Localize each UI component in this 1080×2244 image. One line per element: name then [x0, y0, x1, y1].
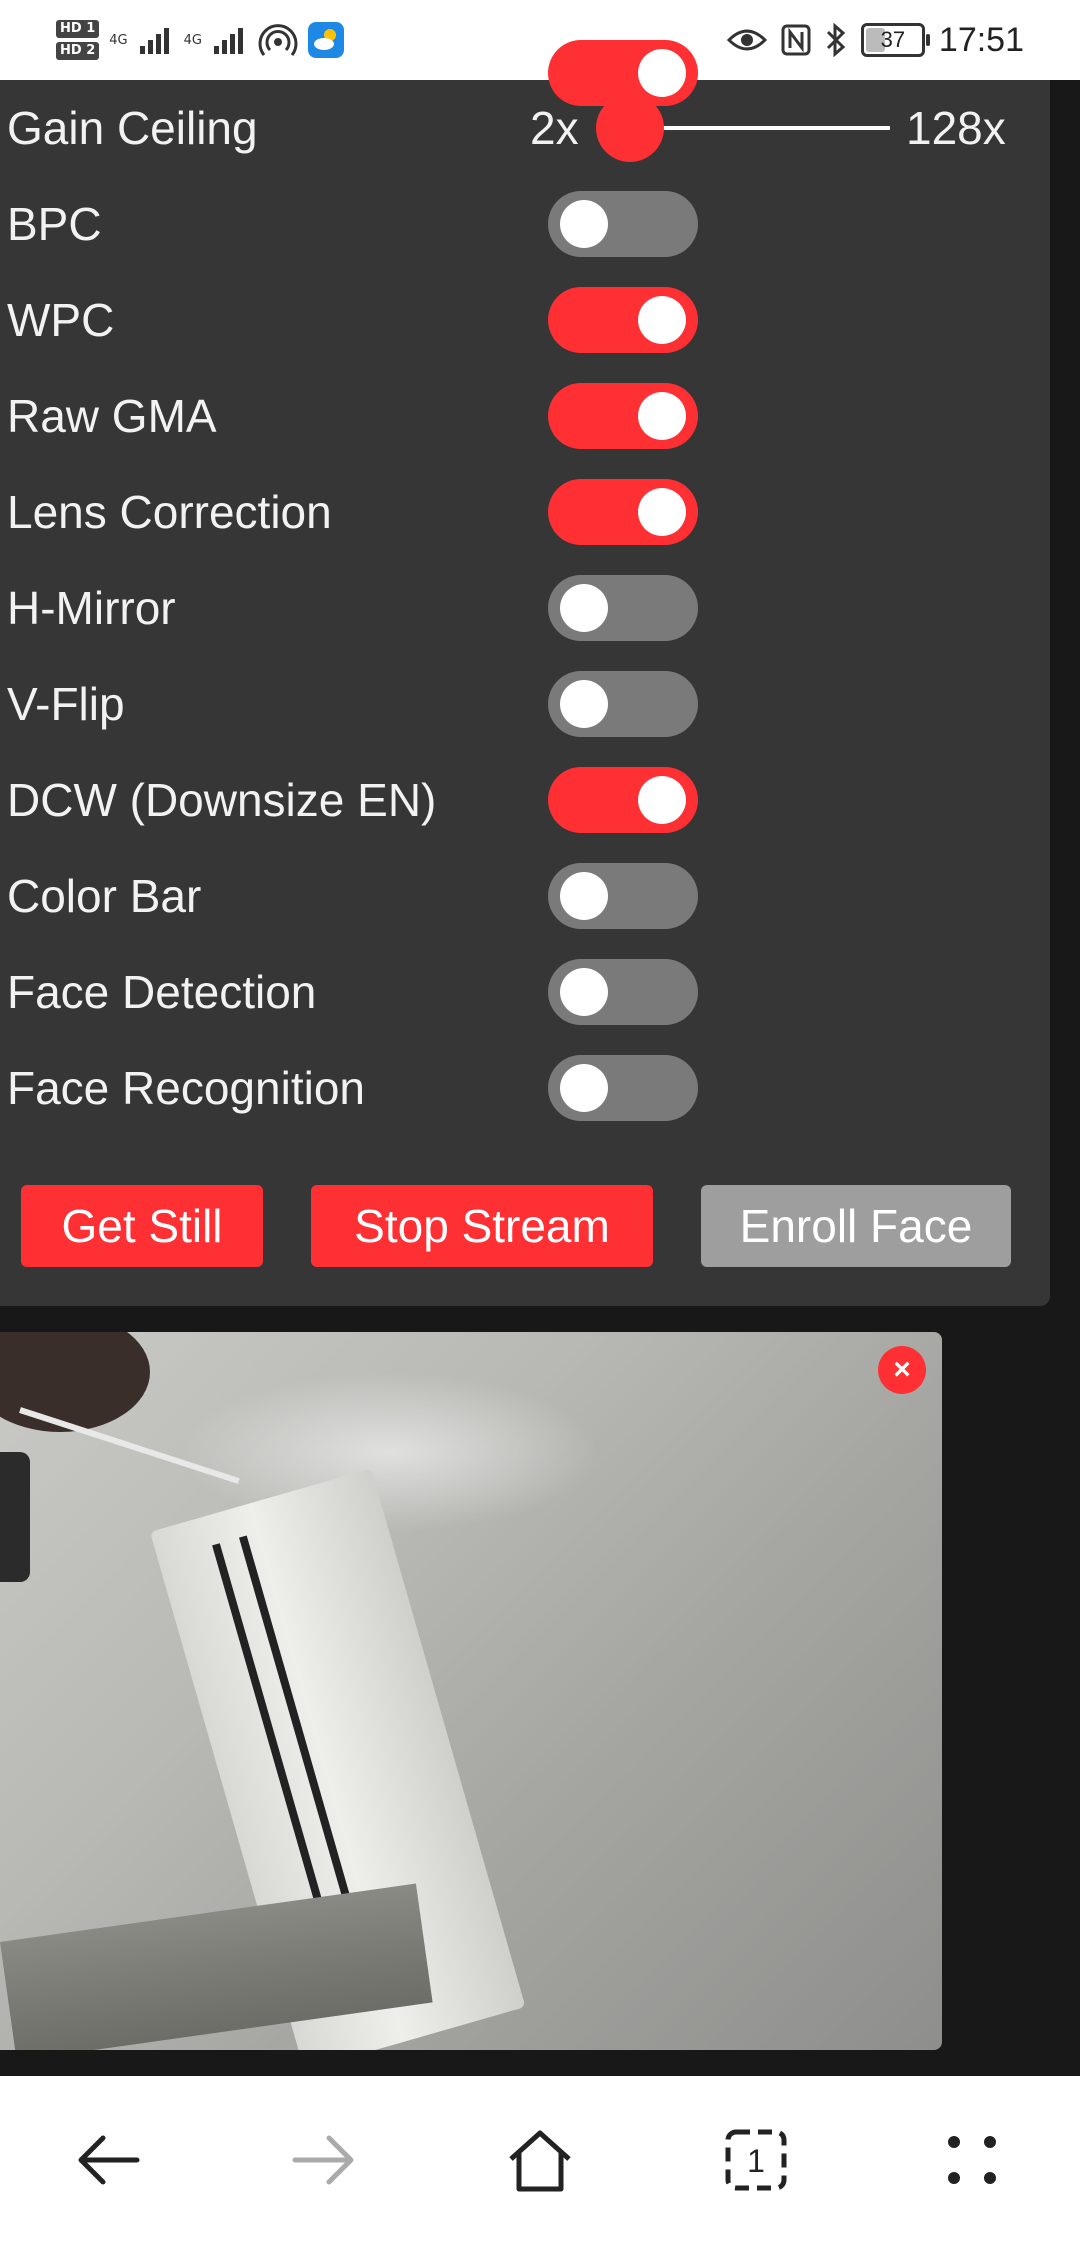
toggle-switch-bpc[interactable] — [548, 191, 698, 257]
sim2-network-label: 4G — [183, 32, 202, 48]
gain-ceiling-max-label: 128x — [906, 102, 1006, 154]
camera-stream-image — [0, 1332, 942, 2050]
toggle-row-h-mirror: H-Mirror — [0, 560, 1050, 656]
toggle-switch-lens-correction[interactable] — [548, 479, 698, 545]
toggle-label-v-flip: V-Flip — [7, 678, 125, 730]
forward-arrow-icon — [292, 2135, 354, 2185]
battery-icon: 37 — [860, 23, 930, 57]
tabs-icon: 1 — [725, 2129, 787, 2191]
toggle-knob — [560, 200, 608, 248]
back-button[interactable] — [68, 2120, 148, 2200]
toggle-knob — [638, 392, 686, 440]
toggle-row-color-bar: Color Bar — [0, 848, 1050, 944]
cam-device-slot — [212, 1543, 336, 1950]
toggle-knob — [560, 968, 608, 1016]
tab-count: 1 — [747, 2143, 765, 2179]
enroll-face-button[interactable]: Enroll Face — [701, 1185, 1011, 1267]
weather-app-icon — [307, 22, 344, 58]
gain-ceiling-row: Gain Ceiling 2x 128x — [0, 80, 1050, 176]
status-bar: HD 1 HD 2 4G 4G 37 17:51 — [0, 0, 1080, 80]
toggle-row-face-recognition: Face Recognition — [0, 1040, 1050, 1136]
status-right: 37 17:51 — [726, 0, 1024, 80]
cam-black-object — [0, 1452, 30, 1582]
toggle-row-dcw: DCW (Downsize EN) — [0, 752, 1050, 848]
toggle-label-dcw: DCW (Downsize EN) — [7, 774, 437, 826]
close-stream-button[interactable]: × — [878, 1346, 926, 1394]
back-arrow-icon — [78, 2135, 140, 2185]
toggle-knob — [638, 488, 686, 536]
toggle-row-bpc: BPC — [0, 176, 1050, 272]
cam-device-slot — [239, 1535, 363, 1942]
toggle-switch-v-flip[interactable] — [548, 671, 698, 737]
status-left: HD 1 HD 2 4G 4G — [56, 10, 344, 70]
nfc-icon — [781, 24, 811, 56]
toggle-row-v-flip: V-Flip — [0, 656, 1050, 752]
toggle-switch-face-detection[interactable] — [548, 959, 698, 1025]
toggle-row-lens-correction: Lens Correction — [0, 464, 1050, 560]
home-icon — [509, 2130, 571, 2192]
camera-settings-panel: Gain Ceiling 2x 128x BPC WPC Raw GMA Lens C… — [0, 40, 1050, 1306]
sim1-hd-badge: HD 1 — [56, 20, 100, 38]
bluetooth-icon — [826, 23, 846, 57]
menu-dots-icon — [948, 2136, 996, 2184]
toggle-switch-face-recognition[interactable] — [548, 1055, 698, 1121]
toggle-knob — [560, 584, 608, 632]
toggle-label-color-bar: Color Bar — [7, 870, 202, 922]
signal-icon — [213, 28, 243, 54]
eye-icon — [726, 29, 767, 51]
toggle-knob — [638, 296, 686, 344]
tabs-button[interactable]: 1 — [716, 2120, 796, 2200]
browser-nav-bar: 1 — [0, 2076, 1080, 2244]
signal-icon — [139, 28, 169, 54]
battery-level-text: 37 — [880, 27, 906, 52]
toggle-label-wpc: WPC — [7, 294, 115, 346]
toggle-switch-dcw[interactable] — [548, 767, 698, 833]
toggle-row-wpc: WPC — [0, 272, 1050, 368]
toggle-row-raw-gma: Raw GMA — [0, 368, 1050, 464]
gain-ceiling-slider-thumb[interactable] — [596, 94, 664, 162]
toggle-knob — [560, 872, 608, 920]
toggle-label-face-detection: Face Detection — [7, 966, 317, 1018]
toggle-label-lens-correction: Lens Correction — [7, 486, 332, 538]
toggle-switch-h-mirror[interactable] — [548, 575, 698, 641]
toggle-knob — [560, 680, 608, 728]
get-still-button[interactable]: Get Still — [21, 1185, 263, 1267]
toggle-switch-wpc[interactable] — [548, 287, 698, 353]
toggle-label-bpc: BPC — [7, 198, 102, 250]
toggle-label-raw-gma: Raw GMA — [7, 390, 217, 442]
hotspot-icon — [258, 24, 298, 56]
toggle-switch-raw-gma[interactable] — [548, 383, 698, 449]
toggle-label-h-mirror: H-Mirror — [7, 582, 176, 634]
toggle-row-face-detection: Face Detection — [0, 944, 1050, 1040]
forward-button[interactable] — [284, 2120, 364, 2200]
stop-stream-button[interactable]: Stop Stream — [311, 1185, 653, 1267]
menu-button[interactable] — [932, 2120, 1012, 2200]
gain-ceiling-min-label: 2x — [530, 102, 579, 154]
sim2-hd-badge: HD 2 — [56, 42, 100, 60]
sim1-network-label: 4G — [109, 32, 128, 48]
toggle-switch-color-bar[interactable] — [548, 863, 698, 929]
toggle-knob — [638, 776, 686, 824]
toggle-label-face-recognition: Face Recognition — [7, 1062, 365, 1114]
toggle-knob — [560, 1064, 608, 1112]
clock-time: 17:51 — [938, 20, 1024, 59]
gain-ceiling-label: Gain Ceiling — [7, 102, 258, 154]
home-button[interactable] — [500, 2120, 580, 2200]
cam-dark-object — [0, 1332, 150, 1432]
sim-badges: HD 1 HD 2 — [56, 20, 100, 60]
